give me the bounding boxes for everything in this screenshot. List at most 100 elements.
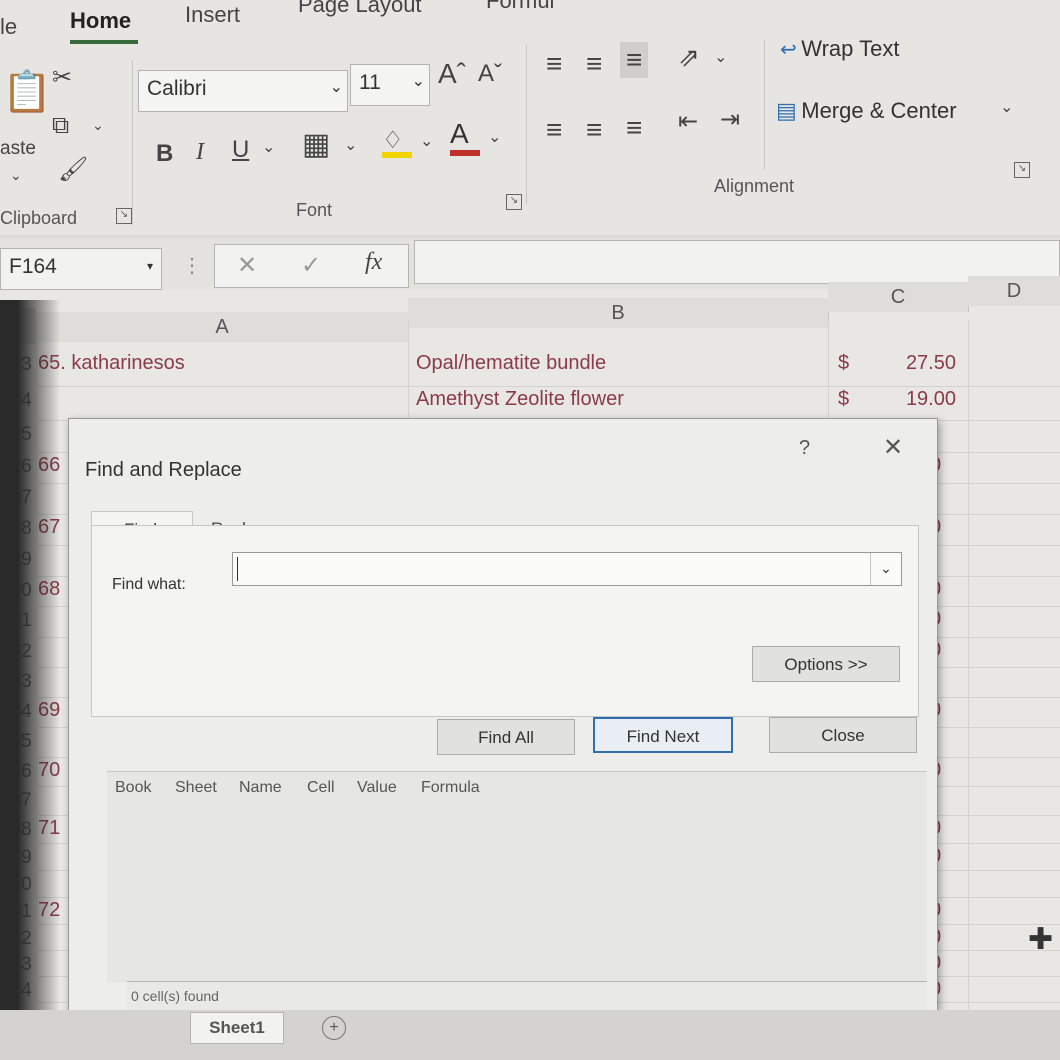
font-color-swatch: [450, 150, 480, 156]
font-name-select[interactable]: Calibri ⌄: [138, 70, 348, 112]
name-box[interactable]: F164 ▾: [0, 248, 162, 290]
chevron-down-icon[interactable]: ⌄: [344, 138, 357, 154]
group-divider: [764, 40, 765, 170]
results-col-sheet[interactable]: Sheet: [175, 779, 217, 797]
enter-icon[interactable]: ✓: [301, 251, 321, 280]
tab-page-layout[interactable]: Page Layout: [298, 0, 422, 18]
copy-icon[interactable]: ⧉: [52, 114, 69, 138]
merge-center-button[interactable]: ▤ Merge & Center: [776, 98, 957, 124]
align-bottom-icon[interactable]: ≡: [620, 42, 649, 78]
status-text: 0 cell(s) found: [131, 988, 219, 1004]
column-header-b[interactable]: B: [408, 298, 829, 328]
merge-center-label: Merge & Center: [801, 98, 957, 123]
screen-edge-shadow: [0, 300, 60, 1060]
format-painter-icon[interactable]: 🖌: [58, 158, 88, 182]
status-bar: 0 cell(s) found: [127, 981, 927, 1010]
chevron-down-icon[interactable]: ⌄: [1000, 100, 1013, 116]
find-next-button[interactable]: Find Next: [593, 717, 733, 753]
alignment-launcher-icon[interactable]: ↘: [1014, 162, 1030, 178]
ribbon: le Home Insert Page Layout Formul 📋 aste…: [0, 0, 1060, 235]
align-left-icon[interactable]: ≡: [546, 116, 562, 144]
insert-function-icon[interactable]: fx: [365, 249, 382, 276]
wrap-text-icon: ↩: [780, 39, 797, 61]
text-cursor: [237, 557, 238, 581]
borders-icon[interactable]: ▦: [302, 130, 330, 160]
results-col-formula[interactable]: Formula: [421, 779, 480, 797]
results-col-name[interactable]: Name: [239, 779, 282, 797]
clipboard-group-label: Clipboard: [0, 208, 78, 228]
alignment-group-label: Alignment: [714, 176, 795, 196]
chevron-down-icon[interactable]: ⌄: [420, 134, 433, 150]
find-replace-dialog: Find and Replace ? ✕ Find Replace Find w…: [68, 418, 938, 1012]
formula-controls: ✕ ✓ fx: [214, 244, 409, 288]
tab-formulas[interactable]: Formul: [486, 0, 554, 14]
chevron-down-icon: ⌄: [411, 73, 425, 90]
tab-home[interactable]: Home: [70, 8, 131, 34]
chevron-down-icon: ⌄: [329, 79, 343, 96]
chevron-down-icon[interactable]: ⌄: [714, 50, 727, 66]
paste-icon[interactable]: 📋: [2, 72, 52, 112]
align-center-icon[interactable]: ≡: [586, 116, 602, 144]
cut-icon[interactable]: ✂: [52, 66, 72, 90]
find-what-label: Find what:: [112, 576, 186, 593]
underline-button[interactable]: U: [232, 138, 249, 162]
column-header-c[interactable]: C: [828, 282, 969, 312]
paste-label[interactable]: aste: [0, 138, 36, 160]
chevron-down-icon[interactable]: ⌄: [10, 168, 22, 182]
clipboard-launcher-icon[interactable]: ↘: [116, 208, 132, 224]
find-all-button[interactable]: Find All: [437, 719, 575, 755]
font-launcher-icon[interactable]: ↘: [506, 194, 522, 210]
cell-b[interactable]: Opal/hematite bundle: [416, 352, 606, 375]
italic-button[interactable]: I: [196, 140, 204, 164]
chevron-down-icon[interactable]: ⌄: [262, 140, 275, 156]
cell-c-currency[interactable]: $: [838, 352, 849, 375]
cancel-icon[interactable]: ✕: [237, 251, 257, 280]
font-group-label: Font: [296, 200, 333, 220]
align-right-icon[interactable]: ≡: [626, 114, 642, 142]
grow-font-button[interactable]: Aˆ: [438, 60, 466, 88]
orientation-icon[interactable]: ⇗: [678, 44, 700, 70]
shrink-font-button[interactable]: Aˇ: [478, 62, 502, 86]
dialog-close-icon[interactable]: ✕: [883, 433, 903, 462]
formula-input[interactable]: [414, 240, 1060, 284]
find-what-input[interactable]: ⌄: [232, 552, 902, 586]
sheet-tab-sheet1[interactable]: Sheet1: [190, 1012, 284, 1044]
results-col-value[interactable]: Value: [357, 779, 397, 797]
chevron-down-icon[interactable]: ⌄: [870, 553, 901, 585]
bold-button[interactable]: B: [156, 142, 173, 166]
cell-a[interactable]: 65. katharinesos: [38, 352, 185, 375]
results-list[interactable]: [107, 771, 927, 982]
chevron-down-icon[interactable]: ⌄: [92, 118, 104, 132]
align-top-icon[interactable]: ≡: [546, 50, 562, 78]
name-box-value: F164: [9, 255, 57, 278]
column-header-a[interactable]: A: [36, 312, 409, 342]
chevron-down-icon: ▾: [146, 259, 153, 273]
column-header-d[interactable]: D: [968, 276, 1060, 306]
decrease-indent-icon[interactable]: ⇤: [678, 110, 698, 134]
fill-color-icon[interactable]: ♢: [382, 126, 412, 158]
fill-color-swatch: [382, 152, 412, 158]
column-gridline: [968, 320, 969, 1060]
align-middle-icon[interactable]: ≡: [586, 50, 602, 78]
chevron-down-icon[interactable]: ⌄: [488, 130, 501, 146]
cell-b[interactable]: Amethyst Zeolite flower: [416, 388, 624, 411]
tab-file[interactable]: le: [0, 14, 17, 40]
font-size-select[interactable]: 11 ⌄: [350, 64, 430, 106]
font-color-letter: A: [450, 118, 469, 149]
add-sheet-icon[interactable]: +: [322, 1016, 346, 1040]
cell-c[interactable]: 19.00: [892, 388, 956, 411]
help-button[interactable]: ?: [799, 437, 810, 460]
group-divider: [132, 60, 133, 225]
merge-center-icon: ▤: [776, 98, 797, 123]
results-col-book[interactable]: Book: [115, 779, 151, 797]
tab-insert[interactable]: Insert: [185, 2, 240, 28]
results-col-cell[interactable]: Cell: [307, 779, 335, 797]
wrap-text-button[interactable]: ↩ Wrap Text: [780, 36, 899, 62]
font-color-icon[interactable]: A: [450, 118, 480, 156]
increase-indent-icon[interactable]: ⇥: [720, 108, 740, 132]
options-button[interactable]: Options >>: [752, 646, 900, 682]
cell-c-currency[interactable]: $: [838, 388, 849, 411]
find-panel: Find what: ⌄ Options >>: [91, 525, 919, 717]
close-button[interactable]: Close: [769, 717, 917, 753]
cell-c[interactable]: 27.50: [892, 352, 956, 375]
